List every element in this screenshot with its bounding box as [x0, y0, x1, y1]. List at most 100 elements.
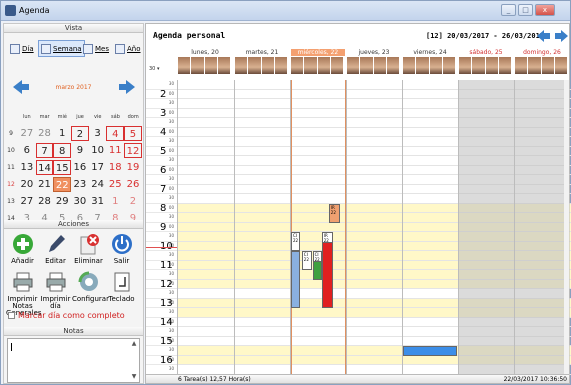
- event[interactable]: CI 22: [291, 232, 301, 251]
- calendar-day[interactable]: 10: [89, 143, 107, 158]
- editar-button[interactable]: Editar: [39, 232, 72, 265]
- calendar-day[interactable]: 5: [124, 126, 142, 141]
- next-week-button[interactable]: [554, 29, 569, 43]
- calendar-day[interactable]: 24: [89, 177, 107, 192]
- calendar-day[interactable]: 12: [124, 143, 142, 158]
- calendar-day[interactable]: 2: [71, 126, 89, 141]
- calendar-day[interactable]: 20: [18, 177, 36, 192]
- minimize-button[interactable]: _: [501, 4, 516, 16]
- eliminar-button[interactable]: Eliminar: [72, 232, 105, 265]
- photo-thumbnail: [373, 57, 386, 74]
- time-slot: 00 7: [146, 184, 177, 195]
- calendar-day[interactable]: 6: [18, 143, 36, 158]
- photo-thumbnail: [330, 57, 343, 74]
- photo-strip: [178, 57, 230, 74]
- calendar-view-icon: [10, 43, 20, 54]
- calendar-view-icon: [41, 43, 51, 54]
- time-grid[interactable]: 30 00 2 30 00 3 30 00 4 30 00 5 30 00 6 30 00 7 30 00 8 30 00 9…: [146, 80, 571, 376]
- calendar-day[interactable]: 1: [106, 194, 124, 209]
- calendar-day[interactable]: 15: [53, 160, 72, 175]
- view-semana-button[interactable]: Semana: [38, 40, 85, 57]
- calendar-day[interactable]: 25: [106, 177, 124, 192]
- calendar-day[interactable]: 26: [124, 177, 142, 192]
- scroll-up-icon[interactable]: ▲: [130, 340, 138, 348]
- maximize-button[interactable]: □: [518, 4, 533, 16]
- teclado-button[interactable]: Teclado: [105, 270, 138, 303]
- calendar-day[interactable]: 3: [89, 126, 107, 141]
- calendar-day[interactable]: 30: [71, 194, 89, 209]
- view-mes-button[interactable]: Mes: [81, 40, 111, 57]
- calendar-day[interactable]: 11: [106, 143, 124, 158]
- minute-label: 30: [168, 347, 174, 352]
- complete-day-label: Marcar día como completo: [18, 311, 125, 320]
- notes-textarea[interactable]: ▲ ▼: [7, 338, 140, 383]
- checkbox-box[interactable]: [8, 312, 15, 319]
- week-number: 10: [7, 147, 15, 154]
- calendar-day[interactable]: 9: [71, 143, 89, 158]
- prev-month-button[interactable]: [12, 79, 30, 95]
- day-header[interactable]: martes, 21: [235, 49, 289, 74]
- calendar-day[interactable]: 23: [71, 177, 89, 192]
- calendar-day[interactable]: 17: [89, 160, 107, 175]
- photo-thumbnail: [217, 57, 230, 74]
- complete-day-checkbox[interactable]: Marcar día como completo: [8, 311, 125, 320]
- calendar-day[interactable]: 13: [18, 160, 36, 175]
- calendar-day[interactable]: 27: [18, 126, 36, 141]
- week-range: [12] 20/03/2017 - 26/03/2017: [426, 32, 545, 40]
- day-header[interactable]: miércoles, 22: [291, 49, 345, 74]
- event[interactable]: [291, 251, 301, 308]
- close-button[interactable]: x: [535, 4, 555, 16]
- time-slot: 00 11: [146, 260, 177, 271]
- photo-thumbnail: [541, 57, 554, 74]
- calendar-day[interactable]: 22: [53, 177, 72, 192]
- photo-thumbnail: [235, 57, 248, 74]
- next-month-button[interactable]: [118, 79, 136, 95]
- hour-label: 15: [160, 335, 173, 347]
- scroll-down-icon[interactable]: ▼: [130, 373, 138, 381]
- vertical-scrollbar[interactable]: [564, 80, 569, 376]
- view-año-button[interactable]: Año: [113, 40, 143, 57]
- calendar-day[interactable]: 28: [36, 126, 54, 141]
- imprimir-notas-generales-button[interactable]: Imprimir Notas Generales: [6, 270, 42, 317]
- view-día-button[interactable]: Día: [8, 40, 36, 57]
- event[interactable]: CI 22: [301, 251, 312, 270]
- calendar-day[interactable]: 29: [53, 194, 71, 209]
- event[interactable]: [403, 346, 457, 356]
- day-header[interactable]: jueves, 23: [347, 49, 401, 74]
- configurar-button[interactable]: Configurar: [72, 270, 109, 303]
- calendar-day[interactable]: 8: [53, 143, 72, 158]
- calendar-day[interactable]: 19: [124, 160, 142, 175]
- photo-thumbnail: [191, 57, 204, 74]
- day-header[interactable]: domingo, 26: [515, 49, 569, 74]
- imprimir-día-button[interactable]: Imprimir día: [39, 270, 72, 310]
- day-header[interactable]: sábado, 25: [459, 49, 513, 74]
- day-header[interactable]: viernes, 24: [403, 49, 457, 74]
- prev-week-button[interactable]: [536, 29, 551, 43]
- calendar-day[interactable]: 28: [36, 194, 54, 209]
- event[interactable]: IR 22: [328, 203, 340, 223]
- calendar-day[interactable]: 1: [53, 126, 71, 141]
- añadir-button[interactable]: Añadir: [6, 232, 39, 265]
- calendar-day[interactable]: 21: [36, 177, 54, 192]
- calendar-day[interactable]: 4: [106, 126, 125, 141]
- calendar-day[interactable]: 27: [18, 194, 36, 209]
- day-header[interactable]: lunes, 20: [178, 49, 232, 74]
- calendar-day[interactable]: 18: [106, 160, 124, 175]
- calendar-day[interactable]: 2: [124, 194, 142, 209]
- calendar-day[interactable]: 14: [35, 160, 54, 175]
- add-icon: [11, 232, 35, 256]
- zoom-select[interactable]: 30 ▾: [149, 66, 159, 72]
- time-slot: 00 4: [146, 127, 177, 138]
- photo-thumbnail: [204, 57, 217, 74]
- minute-label: 30: [168, 309, 174, 314]
- calendar-day[interactable]: 16: [71, 160, 89, 175]
- event[interactable]: [321, 241, 333, 308]
- gear-icon: [77, 270, 101, 294]
- calendar-day[interactable]: 7: [35, 143, 54, 158]
- photo-thumbnail: [403, 57, 416, 74]
- dow-label: lun: [22, 114, 31, 120]
- minute-label: 00: [168, 90, 174, 96]
- calendar-day[interactable]: 31: [89, 194, 107, 209]
- salir-button[interactable]: Salir: [105, 232, 138, 265]
- photo-thumbnail: [498, 57, 511, 74]
